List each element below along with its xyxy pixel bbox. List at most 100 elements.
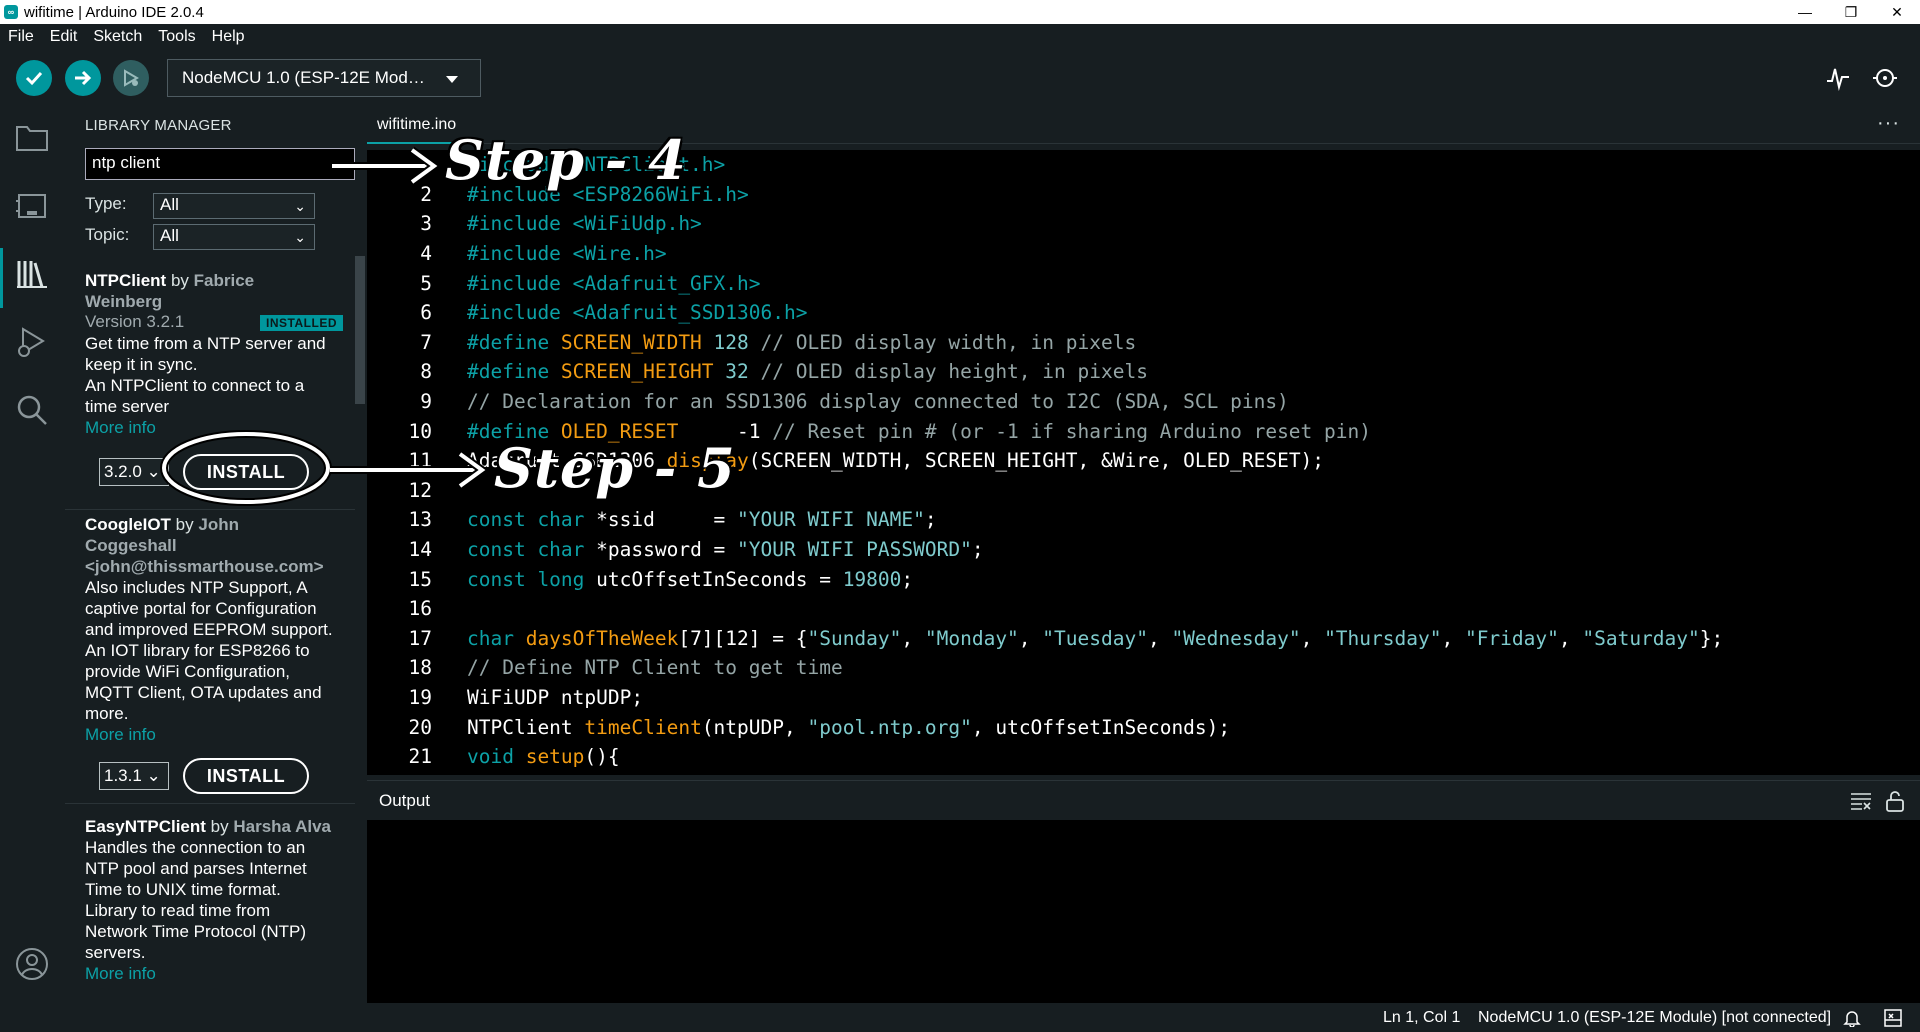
account-icon <box>16 948 48 980</box>
debug-panel-button[interactable] <box>14 324 50 360</box>
board-icon <box>16 194 46 218</box>
checkmark-icon <box>25 71 43 86</box>
more-options-icon[interactable]: ··· <box>1877 112 1900 135</box>
topic-filter-select[interactable]: All ⌄ <box>153 224 315 250</box>
arrow-right-icon <box>75 70 92 86</box>
line-number: 17 <box>408 626 432 650</box>
library-description: captive portal for Configuration <box>85 599 317 618</box>
version-select[interactable]: 3.2.0 ⌄ <box>99 458 169 486</box>
installed-badge: INSTALLED <box>260 315 343 331</box>
clear-output-icon <box>1851 793 1871 810</box>
maximize-button[interactable]: ❐ <box>1828 0 1874 24</box>
more-info-link[interactable]: More info <box>65 724 355 745</box>
menu-file[interactable]: File <box>0 28 42 46</box>
line-number: 15 <box>408 567 432 591</box>
code-line: 18// Define NTP Client to get time <box>367 653 1920 683</box>
toolbar: NodeMCU 1.0 (ESP-12E Mod… <box>0 50 1920 104</box>
library-description: NTP pool and parses Internet <box>85 859 307 878</box>
sketchbook-button[interactable] <box>14 120 50 156</box>
line-number: 20 <box>408 715 432 739</box>
library-description: more. <box>85 704 129 723</box>
line-number: 10 <box>408 419 432 443</box>
library-item: NTPClient by Fabrice Weinberg Version 3.… <box>65 270 355 510</box>
library-description: Network Time Protocol (NTP) <box>85 922 307 941</box>
menu-help[interactable]: Help <box>204 28 253 46</box>
code-line: 19 WiFiUDP ntpUDP; <box>367 683 1920 713</box>
code-line: 3 #include <WiFiUdp.h> <box>367 209 1920 239</box>
scroll-lock-button[interactable] <box>1883 789 1907 813</box>
board-selector[interactable]: NodeMCU 1.0 (ESP-12E Mod… <box>167 59 481 97</box>
toggle-output-button[interactable] <box>1884 1009 1902 1032</box>
library-description: keep it in sync. <box>85 355 198 374</box>
chevron-down-icon: ⌄ <box>294 198 306 214</box>
code-line: 13 const char *ssid = "YOUR WIFI NAME"; <box>367 505 1920 535</box>
library-description: MQTT Client, OTA updates and <box>85 683 322 702</box>
search-icon <box>17 395 47 425</box>
type-filter-select[interactable]: All ⌄ <box>153 193 315 219</box>
library-author-email: <john@thissmarthouse.com> <box>85 557 324 576</box>
folder-icon <box>16 126 48 151</box>
line-number: 7 <box>420 330 432 354</box>
menu-edit[interactable]: Edit <box>42 28 86 46</box>
more-info-link[interactable]: More info <box>65 963 355 984</box>
library-item: CoogleIOT by John Coggeshall <john@thiss… <box>65 514 355 804</box>
board-status[interactable]: NodeMCU 1.0 (ESP-12E Module) [not connec… <box>1478 1009 1831 1027</box>
serial-plotter-button[interactable] <box>1823 63 1853 93</box>
library-scrollbar[interactable] <box>355 256 365 404</box>
code-line: 7 #define SCREEN_WIDTH 128 // OLED displa… <box>367 328 1920 358</box>
menu-sketch[interactable]: Sketch <box>85 28 150 46</box>
serial-monitor-button[interactable] <box>1870 63 1900 93</box>
close-button[interactable]: ✕ <box>1874 0 1920 24</box>
menu-tools[interactable]: Tools <box>150 28 203 46</box>
library-description: An IOT library for ESP8266 to <box>85 641 310 660</box>
line-number: 11 <box>408 449 432 473</box>
active-indicator <box>0 248 3 308</box>
status-bar: Ln 1, Col 1 NodeMCU 1.0 (ESP-12E Module)… <box>0 1004 1920 1032</box>
output-console[interactable] <box>367 820 1920 1003</box>
search-button[interactable] <box>14 392 50 428</box>
library-description: Get time from a NTP server and <box>85 334 326 353</box>
code-line: 14 const char *password = "YOUR WIFI PASS… <box>367 535 1920 565</box>
line-number: 14 <box>408 538 432 562</box>
code-line: 16 <box>367 594 1920 624</box>
output-header: Output <box>367 780 1920 820</box>
window-controls: — ❐ ✕ <box>1782 0 1920 24</box>
library-description: Also includes NTP Support, A <box>85 578 308 597</box>
library-manager-title: LIBRARY MANAGER <box>85 117 232 134</box>
install-button[interactable]: INSTALL <box>183 454 309 490</box>
step4-annotation: Step - 4 <box>445 128 687 192</box>
line-number: 19 <box>408 686 432 710</box>
debug-button[interactable] <box>113 60 149 96</box>
line-number: 8 <box>420 360 432 384</box>
version-select[interactable]: 1.3.1 ⌄ <box>99 762 169 790</box>
arduino-app-icon: ∞ <box>4 5 18 19</box>
account-button[interactable] <box>14 946 50 982</box>
panel-icon <box>1884 1009 1902 1027</box>
library-manager-panel: LIBRARY MANAGER ntp client Type: All ⌄ T… <box>65 104 367 1004</box>
more-info-link[interactable]: More info <box>65 417 355 438</box>
library-name: EasyNTPClient by Harsha Alva <box>85 817 331 836</box>
library-name: NTPClient by Fabrice <box>85 271 255 290</box>
notification-button[interactable] <box>1843 1009 1861 1032</box>
library-search-input[interactable]: ntp client <box>85 148 355 180</box>
line-number: 18 <box>408 656 432 680</box>
library-manager-button[interactable] <box>14 256 50 292</box>
install-button[interactable]: INSTALL <box>183 758 309 794</box>
clear-output-button[interactable] <box>1849 789 1873 813</box>
window-titlebar: ∞ wifitime | Arduino IDE 2.0.4 — ❐ ✕ <box>0 0 1920 24</box>
cursor-position[interactable]: Ln 1, Col 1 <box>1383 1009 1460 1027</box>
library-icon <box>17 261 47 288</box>
step5-annotation: Step - 5 <box>494 436 736 500</box>
code-line: 8 #define SCREEN_HEIGHT 32 // OLED displa… <box>367 357 1920 387</box>
line-number: 16 <box>408 597 432 621</box>
debug-play-icon <box>18 327 45 357</box>
upload-button[interactable] <box>65 60 101 96</box>
code-line: 20 NTPClient timeClient(ntpUDP, "pool.ntp… <box>367 712 1920 742</box>
verify-button[interactable] <box>16 60 52 96</box>
plotter-icon <box>1827 68 1849 91</box>
type-filter-label: Type: <box>85 194 127 213</box>
boards-manager-button[interactable] <box>14 188 50 224</box>
line-number: 13 <box>408 508 432 532</box>
topic-filter-label: Topic: <box>85 225 130 244</box>
minimize-button[interactable]: — <box>1782 0 1828 24</box>
